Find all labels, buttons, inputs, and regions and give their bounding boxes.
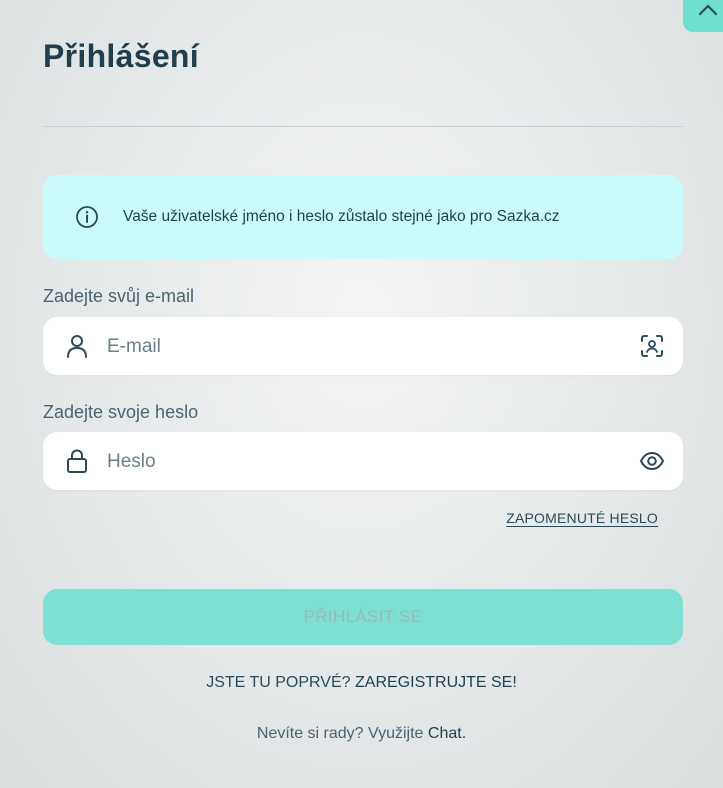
register-prompt: JSTE TU POPRVÉ? ZAREGISTRUJTE SE! [0,674,723,692]
password-label: Zadejte svoje heslo [43,402,199,422]
face-scan-icon[interactable] [639,334,665,358]
login-button[interactable]: PŘIHLÁSIT SE [43,589,683,645]
register-link[interactable]: ZAREGISTRUJTE SE! [355,674,517,691]
divider [43,126,683,127]
close-icon [698,4,718,16]
page-title: Přihlášení [43,38,199,74]
help-text: Nevíte si rady? Využijte [256,725,428,742]
register-text: JSTE TU POPRVÉ? [206,674,355,691]
email-input[interactable] [105,317,609,377]
user-icon [67,335,87,358]
lock-icon [67,449,87,473]
chat-link[interactable]: Chat. [428,725,466,742]
forgot-password-link[interactable]: ZAPOMENUTÉ HESLO [506,510,658,526]
email-field-container [43,317,683,377]
help-prompt: Nevíte si rady? Využijte Chat. [0,725,723,743]
close-button[interactable] [683,0,723,32]
eye-icon[interactable] [639,449,665,473]
info-icon [76,206,98,228]
info-banner: Vaše uživatelské jméno i heslo zůstalo s… [43,175,683,259]
password-field-container [43,432,683,492]
email-label: Zadejte svůj e-mail [43,286,195,306]
password-input[interactable] [105,432,609,492]
info-text: Vaše uživatelské jméno i heslo zůstalo s… [123,208,560,225]
